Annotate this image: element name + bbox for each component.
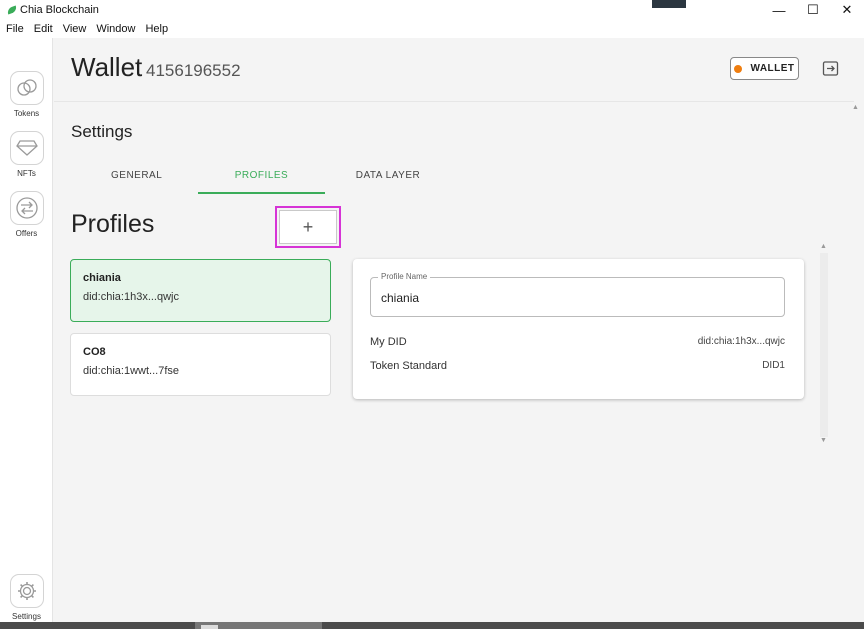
taskbar-app-indicator (201, 625, 218, 629)
menu-edit[interactable]: Edit (34, 23, 53, 35)
tab-general[interactable]: GENERAL (111, 170, 162, 181)
menu-window[interactable]: Window (96, 23, 135, 35)
window-controls: — ☐ ✕ (762, 0, 864, 20)
menu-view[interactable]: View (63, 23, 87, 35)
profile-name-field-value: chiania (381, 291, 420, 305)
menu-file[interactable]: File (6, 23, 24, 35)
sidebar-item-tokens[interactable]: Tokens (0, 71, 53, 118)
main-content: Wallet 4156196552 WALLET ▲ Settings GENE… (54, 38, 864, 622)
sidebar-item-label: Settings (12, 612, 41, 621)
add-profile-button[interactable]: + (279, 210, 337, 244)
status-dot-icon (734, 64, 743, 73)
scroll-up-arrow-icon[interactable]: ▲ (820, 243, 827, 250)
detail-row-value: DID1 (762, 360, 785, 371)
detail-row-label: My DID (370, 336, 407, 348)
sidebar: Tokens NFTs Offers Settings (0, 38, 53, 622)
sidebar-item-label: NFTs (17, 169, 36, 178)
tokens-icon (9, 71, 44, 105)
scrollbar-track[interactable] (820, 253, 828, 437)
profile-detail-panel: Profile Name chiania My DID did:chia:1h3… (353, 259, 804, 399)
tab-data-layer[interactable]: DATA LAYER (354, 170, 422, 181)
detail-row-value: did:chia:1h3x...qwjc (697, 336, 785, 347)
minimize-button[interactable]: — (762, 0, 796, 20)
profile-name: CO8 (83, 346, 106, 358)
main-scroll-up-arrow-icon[interactable]: ▲ (852, 104, 862, 111)
detail-row-label: Token Standard (370, 360, 448, 372)
chia-leaf-icon (6, 5, 18, 15)
menu-help[interactable]: Help (145, 23, 168, 35)
profiles-title: Profiles (71, 210, 155, 238)
menu-bar: File Edit View Window Help (0, 20, 864, 38)
detail-row-my-did: My DID did:chia:1h3x...qwjc (370, 336, 785, 348)
profile-name: chiania (83, 272, 121, 284)
wallet-status-button[interactable]: WALLET (730, 57, 799, 80)
gear-icon (9, 574, 44, 608)
profile-did: did:chia:1h3x...qwjc (83, 291, 179, 303)
settings-title: Settings (71, 122, 133, 141)
add-profile-highlight: + (275, 206, 341, 248)
active-tab-indicator (198, 192, 325, 194)
window-titlebar: Chia Blockchain — ☐ ✕ (0, 0, 864, 20)
profile-name-field-label: Profile Name (378, 272, 431, 281)
os-taskbar (0, 622, 864, 629)
sidebar-item-offers[interactable]: Offers (0, 191, 53, 238)
wallet-button-label: WALLET (750, 63, 795, 74)
header-divider (54, 101, 854, 102)
swap-arrows-icon (9, 191, 44, 225)
close-button[interactable]: ✕ (830, 0, 864, 20)
scroll-down-arrow-icon[interactable]: ▼ (820, 437, 827, 444)
tab-profiles[interactable]: PROFILES (231, 170, 292, 181)
page-title: Wallet (71, 52, 143, 82)
window-title: Chia Blockchain (20, 4, 99, 16)
sidebar-item-nfts[interactable]: NFTs (0, 131, 53, 178)
diamond-icon (9, 131, 44, 165)
detail-row-token-standard: Token Standard DID1 (370, 360, 785, 372)
sidebar-item-settings[interactable]: Settings (0, 574, 53, 621)
profile-card-co8[interactable]: CO8 did:chia:1wwt...7fse (70, 333, 331, 396)
maximize-button[interactable]: ☐ (796, 0, 830, 20)
profiles-scrollbar[interactable]: ▲ ▼ (818, 243, 830, 447)
profile-did: did:chia:1wwt...7fse (83, 365, 179, 377)
window-drag-handle[interactable] (652, 0, 686, 8)
profile-name-field[interactable]: Profile Name chiania (370, 272, 785, 317)
profile-card-chiania[interactable]: chiania did:chia:1h3x...qwjc (70, 259, 331, 322)
sidebar-item-label: Offers (15, 229, 38, 238)
wallet-id: 4156196552 (146, 61, 241, 80)
sidebar-item-label: Tokens (13, 109, 40, 118)
logout-icon[interactable] (822, 60, 839, 77)
